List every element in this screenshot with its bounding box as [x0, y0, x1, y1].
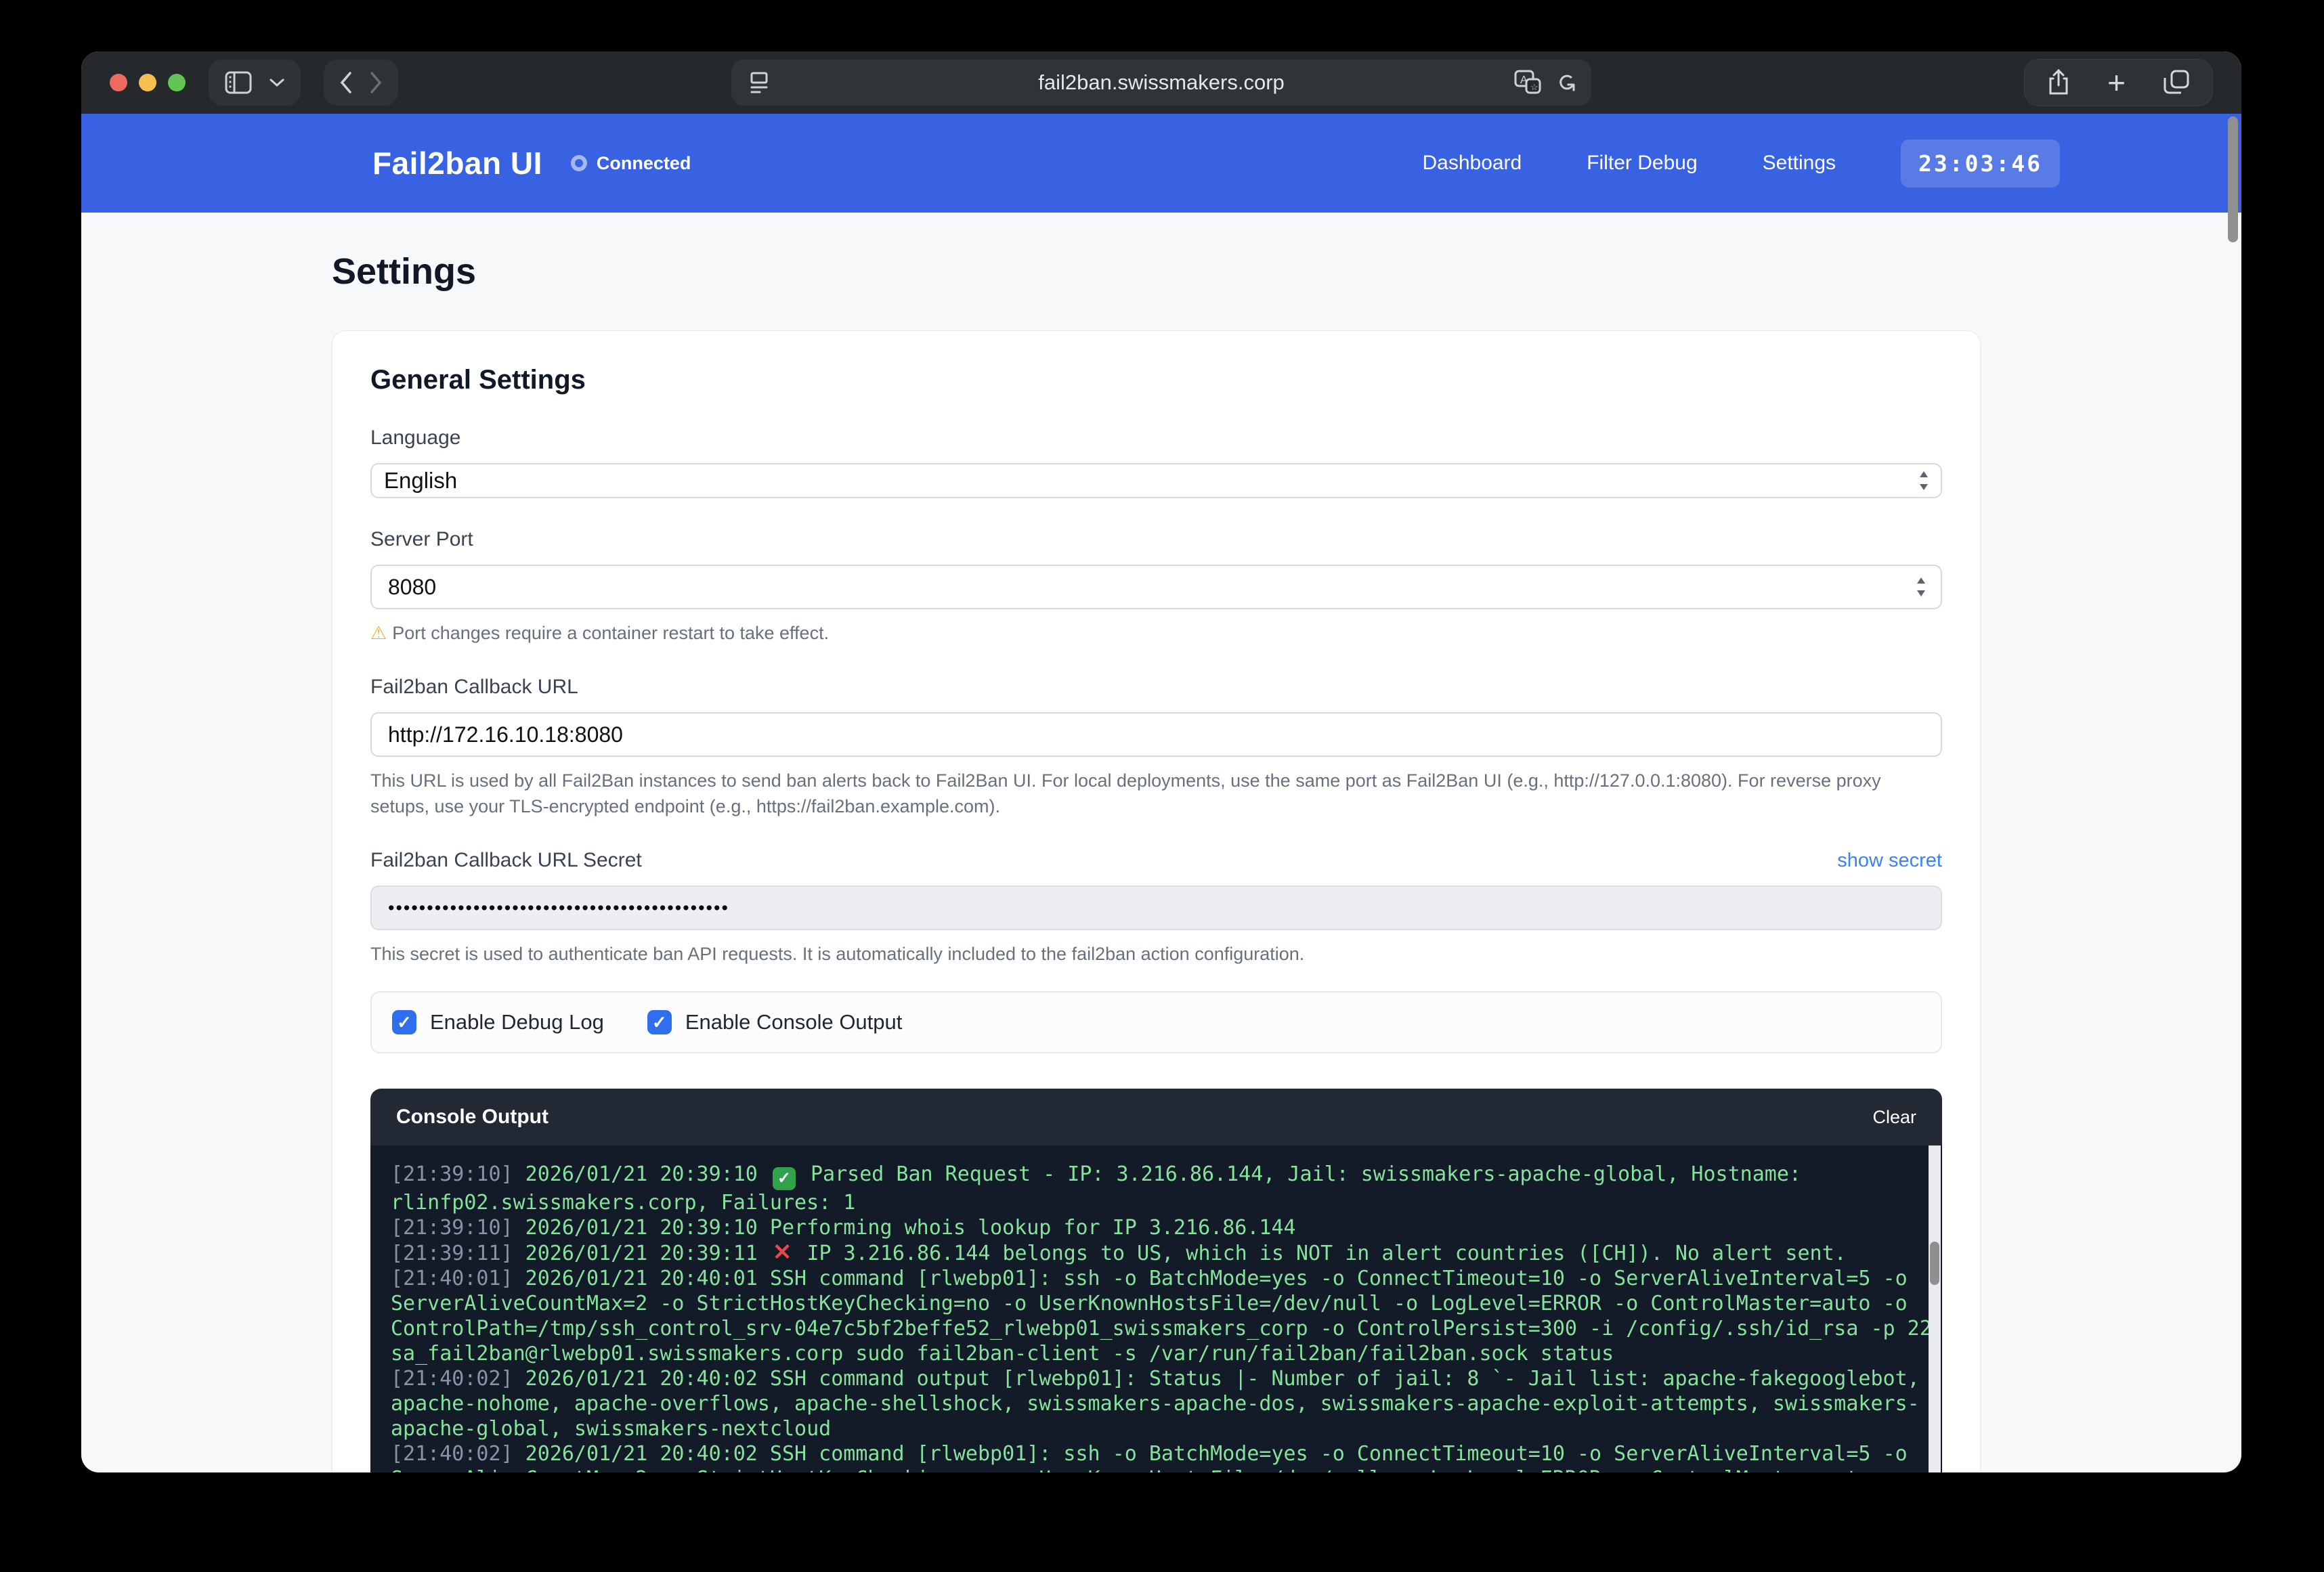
- secret-label: Fail2ban Callback URL Secret: [370, 849, 642, 872]
- console-log: [21:39:10] 2026/01/21 20:39:10 ✓ Parsed …: [370, 1145, 1942, 1472]
- sidebar-button-group: [209, 60, 301, 106]
- sidebar-toggle-icon[interactable]: [225, 71, 252, 94]
- url-text: fail2ban.swissmakers.corp: [1038, 70, 1285, 95]
- window-actions-group: +: [2024, 59, 2213, 106]
- browser-toolbar: fail2ban.swissmakers.corp A ☆ ↻: [81, 51, 2241, 114]
- console-scrollbar-track: [1929, 1145, 1941, 1472]
- secret-input[interactable]: ••••••••••••••••••••••••••••••••••••••••…: [370, 886, 1942, 930]
- callback-url-label: Fail2ban Callback URL: [370, 676, 1942, 699]
- connected-label: Connected: [597, 153, 691, 174]
- server-port-label: Server Port: [370, 528, 1942, 551]
- language-select[interactable]: English: [370, 463, 1942, 498]
- show-secret-link[interactable]: show secret: [1837, 850, 1942, 872]
- console-output-checkbox[interactable]: ✓: [647, 1010, 672, 1034]
- nav-settings[interactable]: Settings: [1763, 152, 1836, 175]
- port-warning: ⚠Port changes require a container restar…: [370, 620, 1942, 646]
- select-stepper-icon: [1916, 469, 1931, 492]
- card-heading: General Settings: [370, 365, 1942, 395]
- console-line: [21:40:02] 2026/01/21 20:40:02 SSH comma…: [391, 1366, 1941, 1441]
- header-clock: 23:03:46: [1901, 139, 2060, 188]
- new-tab-icon[interactable]: +: [2107, 67, 2126, 98]
- close-window-button[interactable]: [110, 74, 127, 91]
- console-line: [21:40:02] 2026/01/21 20:40:02 SSH comma…: [391, 1441, 1941, 1473]
- page-scrollbar-thumb[interactable]: [2228, 116, 2238, 242]
- debug-log-label: Enable Debug Log: [430, 1010, 604, 1034]
- connected-dot-icon: [571, 155, 587, 171]
- server-port-input[interactable]: [370, 565, 1942, 609]
- console-line: [21:39:10] 2026/01/21 20:39:10 ✓ Parsed …: [391, 1162, 1941, 1215]
- main-nav: Dashboard Filter Debug Settings 23:03:46: [1422, 139, 2060, 188]
- app-header: Fail2ban UI Connected Dashboard Filter D…: [81, 114, 2241, 213]
- console-output-label: Enable Console Output: [685, 1010, 903, 1034]
- secret-help: This secret is used to authenticate ban …: [370, 941, 1942, 967]
- warning-icon: ⚠: [370, 623, 387, 643]
- console-line: [21:39:11] 2026/01/21 20:39:11 ✕ IP 3.21…: [391, 1240, 1941, 1266]
- console-line: [21:40:01] 2026/01/21 20:40:01 SSH comma…: [391, 1266, 1941, 1366]
- console-panel: Console Output Clear [21:39:10] 2026/01/…: [370, 1089, 1942, 1472]
- port-stepper-icon[interactable]: [1914, 575, 1929, 598]
- address-bar[interactable]: fail2ban.swissmakers.corp A ☆ ↻: [731, 60, 1591, 106]
- share-icon[interactable]: [2048, 69, 2069, 96]
- tab-overview-icon[interactable]: [2164, 70, 2189, 95]
- console-header: Console Output Clear: [370, 1089, 1942, 1145]
- minimize-window-button[interactable]: [139, 74, 156, 91]
- nav-dashboard[interactable]: Dashboard: [1422, 152, 1522, 175]
- translate-icon[interactable]: A ☆: [1514, 70, 1541, 95]
- check-emoji-icon: ✓: [773, 1167, 796, 1190]
- reader-mode-icon[interactable]: [749, 70, 769, 95]
- forward-icon[interactable]: [370, 72, 382, 93]
- traffic-lights: [110, 74, 186, 91]
- debug-log-checkbox[interactable]: ✓: [392, 1010, 416, 1034]
- nav-filter-debug[interactable]: Filter Debug: [1587, 152, 1697, 175]
- console-scrollbar-thumb[interactable]: [1930, 1242, 1939, 1285]
- zoom-window-button[interactable]: [168, 74, 186, 91]
- app-brand: Fail2ban UI: [372, 145, 542, 181]
- back-icon[interactable]: [340, 72, 352, 93]
- page-title: Settings: [332, 213, 1981, 292]
- console-line: [21:39:10] 2026/01/21 20:39:10 Performin…: [391, 1215, 1941, 1240]
- language-label: Language: [370, 427, 1942, 450]
- language-value: English: [384, 468, 457, 494]
- callback-url-input[interactable]: [370, 712, 1942, 757]
- history-button-group: [324, 60, 398, 106]
- browser-window: fail2ban.swissmakers.corp A ☆ ↻: [81, 51, 2241, 1472]
- cross-emoji-icon: ✕: [773, 1240, 792, 1265]
- console-clear-button[interactable]: Clear: [1872, 1107, 1916, 1128]
- enable-console-output-option[interactable]: ✓ Enable Console Output: [647, 1010, 903, 1034]
- svg-text:☆: ☆: [1530, 82, 1538, 92]
- enable-debug-log-option[interactable]: ✓ Enable Debug Log: [392, 1010, 604, 1034]
- reload-icon[interactable]: ↻: [1554, 72, 1578, 93]
- console-title: Console Output: [396, 1106, 548, 1129]
- log-options-box: ✓ Enable Debug Log ✓ Enable Console Outp…: [370, 991, 1942, 1053]
- general-settings-card: General Settings Language English Server…: [332, 330, 1981, 1472]
- callback-url-help: This URL is used by all Fail2Ban instanc…: [370, 768, 1942, 819]
- connection-status: Connected: [571, 153, 691, 174]
- sidebar-chevron-down-icon[interactable]: [270, 78, 284, 87]
